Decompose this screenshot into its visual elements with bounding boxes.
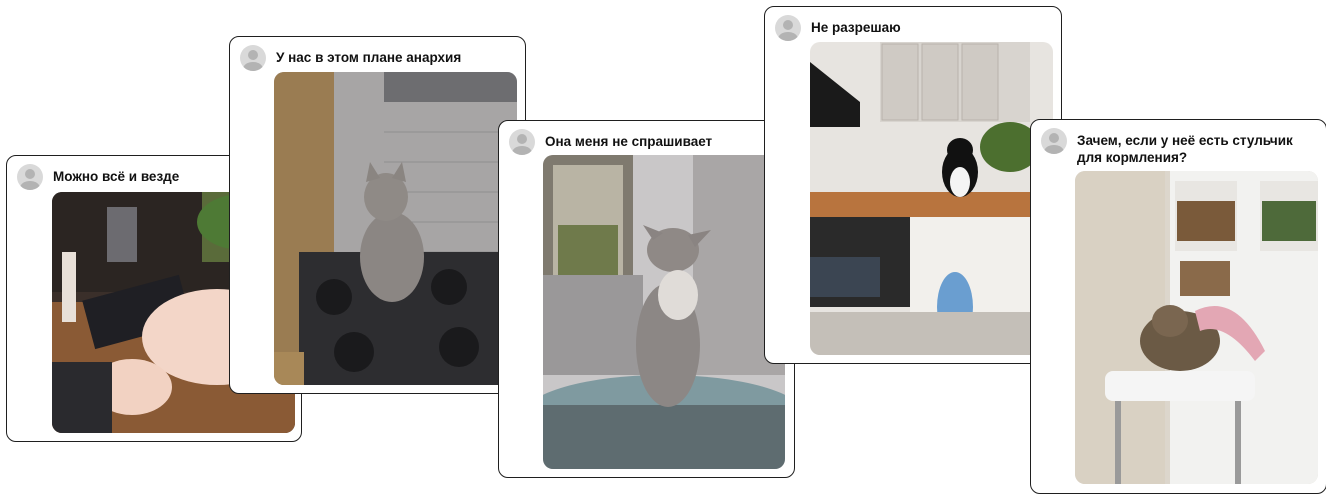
post-caption: У нас в этом плане анархия (276, 50, 462, 65)
post-caption: Она меня не спрашивает (545, 134, 713, 149)
avatar (17, 164, 43, 190)
post-card-4: Не разрешаю (764, 6, 1062, 364)
post-card-2: У нас в этом плане анархия (229, 36, 526, 394)
avatar (1041, 128, 1067, 154)
avatar (775, 15, 801, 41)
post-caption: Зачем, если у неё есть стульчик для корм… (1077, 133, 1293, 165)
post-photo (543, 155, 785, 469)
avatar (240, 45, 266, 71)
post-header: У нас в этом плане анархия (240, 45, 515, 71)
post-photo (810, 42, 1053, 355)
post-caption: Не разрешаю (811, 20, 901, 35)
post-photo (1075, 171, 1318, 484)
post-header: Зачем, если у неё есть стульчик для корм… (1041, 128, 1316, 166)
post-card-3: Она меня не спрашивает (498, 120, 795, 478)
post-header: Не разрешаю (775, 15, 1051, 41)
avatar (509, 129, 535, 155)
post-header: Она меня не спрашивает (509, 129, 784, 155)
post-caption: Можно всё и везде (53, 169, 180, 184)
post-photo (274, 72, 517, 385)
post-card-5: Зачем, если у неё есть стульчик для корм… (1030, 119, 1326, 494)
